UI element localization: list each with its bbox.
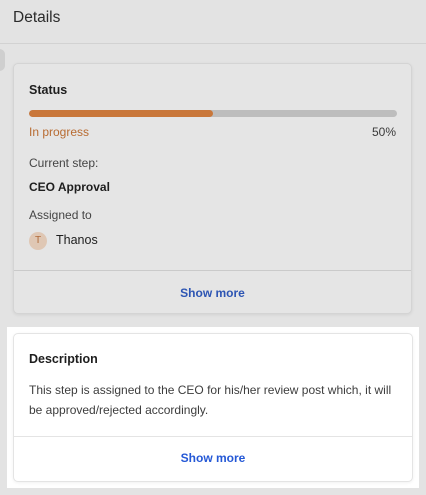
panel-edge-handle[interactable] xyxy=(0,49,5,71)
current-step-value: CEO Approval xyxy=(29,180,110,194)
status-card-divider xyxy=(14,270,411,271)
assignee-name: Thanos xyxy=(56,233,98,247)
description-card-divider xyxy=(14,436,412,437)
progress-state-label: In progress xyxy=(29,125,90,139)
current-step-label: Current step: xyxy=(29,156,99,170)
assigned-to-label: Assigned to xyxy=(29,208,92,222)
description-card-title: Description xyxy=(29,352,98,366)
progress-bar xyxy=(29,110,397,117)
progress-bar-fill xyxy=(29,110,213,117)
description-card: Description This step is assigned to the… xyxy=(13,333,413,482)
details-header: Details xyxy=(0,0,426,44)
page-title: Details xyxy=(13,9,61,26)
status-show-more-button[interactable]: Show more xyxy=(14,286,411,300)
description-show-more-button[interactable]: Show more xyxy=(14,451,412,465)
description-text: This step is assigned to the CEO for his… xyxy=(29,383,392,417)
description-panel: Description This step is assigned to the… xyxy=(7,327,419,488)
avatar: T xyxy=(29,232,47,250)
status-card: Status In progress 50% Current step: CEO… xyxy=(13,63,412,314)
status-card-title: Status xyxy=(29,83,68,97)
progress-percent-label: 50% xyxy=(371,125,396,139)
